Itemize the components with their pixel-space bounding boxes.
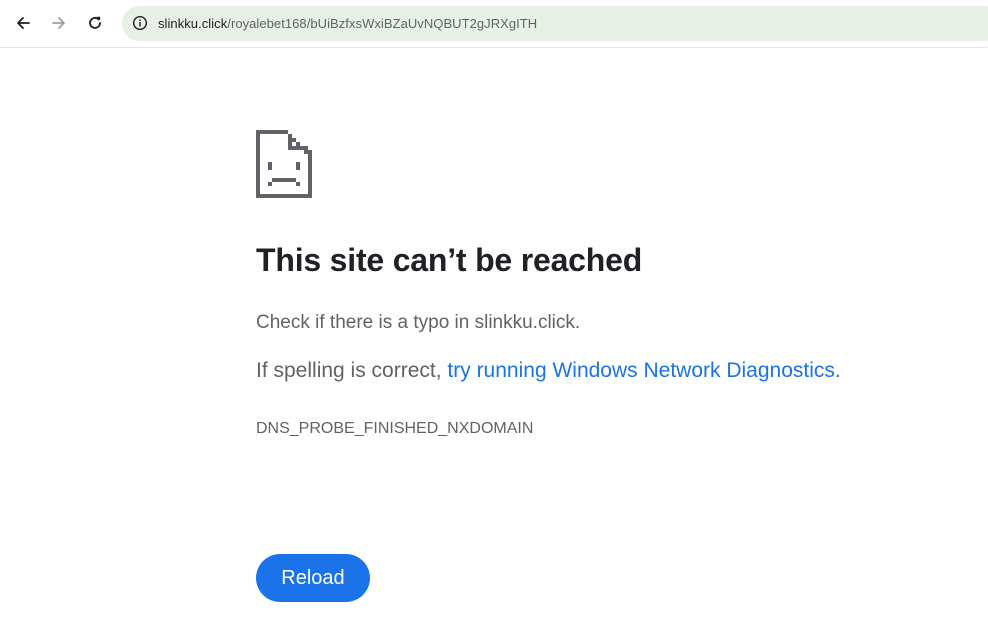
spelling-message-suffix: . — [834, 359, 841, 382]
address-bar[interactable]: slinkku.click/royalebet168/bUiBzfxsWxiBZ… — [122, 6, 988, 41]
refresh-button[interactable] — [80, 8, 110, 38]
url-text[interactable]: slinkku.click/royalebet168/bUiBzfxsWxiBZ… — [158, 16, 537, 32]
page-title: This site can’t be reached — [256, 242, 643, 278]
spelling-message-prefix: If spelling is correct, — [256, 359, 448, 382]
sad-page-icon — [256, 130, 312, 198]
reload-button[interactable]: Reload — [256, 554, 370, 602]
spelling-message: If spelling is correct, try running Wind… — [256, 359, 841, 383]
error-code: DNS_PROBE_FINISHED_NXDOMAIN — [256, 420, 534, 437]
network-diagnostics-link[interactable]: try running Windows Network Diagnostics — [447, 359, 834, 382]
url-host: slinkku.click — [158, 16, 228, 31]
back-button[interactable] — [8, 8, 38, 38]
typo-message: Check if there is a typo in slinkku.clic… — [256, 312, 581, 333]
arrow-left-icon — [17, 17, 30, 29]
browser-toolbar: slinkku.click/royalebet168/bUiBzfxsWxiBZ… — [0, 0, 988, 48]
arrow-right-icon — [52, 17, 65, 29]
url-path: /royalebet168/bUiBzfxsWxiBZaUvNQBUT2gJRX… — [227, 16, 538, 31]
refresh-icon — [89, 16, 101, 29]
forward-button[interactable] — [44, 8, 74, 38]
info-circle-icon — [132, 15, 148, 31]
site-info-button[interactable] — [128, 11, 152, 35]
